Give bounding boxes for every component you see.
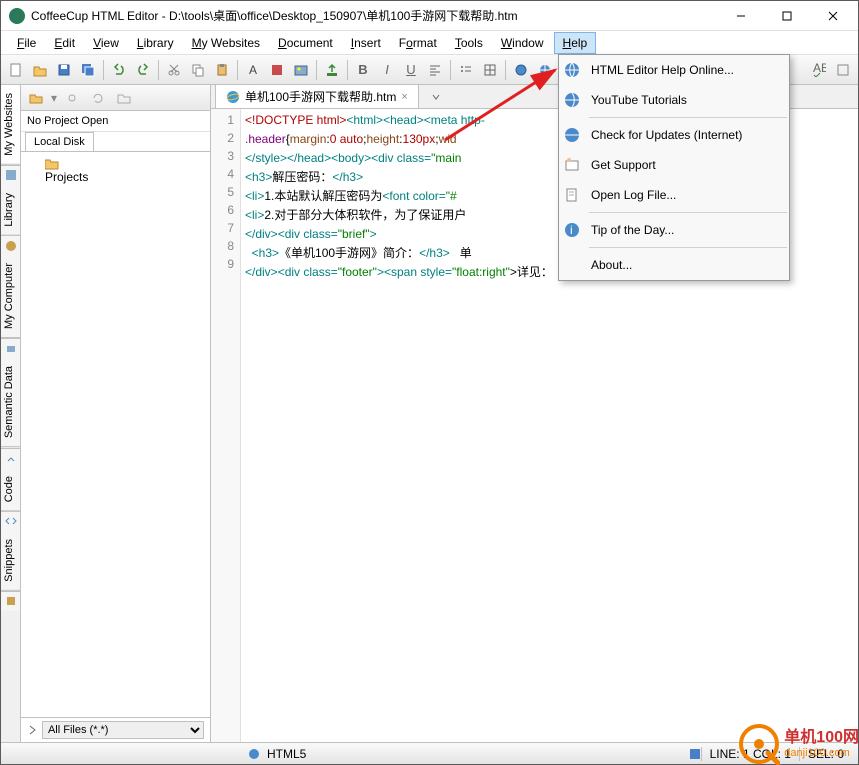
help-youtube-item[interactable]: YouTube Tutorials xyxy=(559,85,789,115)
status-bar: HTML5 LINE: 1 COL: 1 SEL: 0 xyxy=(1,742,858,764)
sidetab-snippets[interactable]: Snippets xyxy=(1,531,20,591)
document-tab-label: 单机100手游网下载帮助.htm xyxy=(245,88,396,105)
cut-button[interactable] xyxy=(163,59,185,81)
globe-icon xyxy=(561,59,583,81)
line-gutter: 123456789 xyxy=(211,109,241,742)
sidetab-icon-4[interactable] xyxy=(1,448,20,468)
globe-icon xyxy=(561,124,583,146)
sidetab-semantic[interactable]: Semantic Data xyxy=(1,358,20,447)
menu-window[interactable]: Window xyxy=(493,33,552,53)
help-support-item[interactable]: Get Support xyxy=(559,150,789,180)
open-file-button[interactable] xyxy=(29,59,51,81)
sp-tab-localdisk[interactable]: Local Disk xyxy=(25,132,94,151)
svg-text:A: A xyxy=(249,63,257,77)
redo-button[interactable] xyxy=(132,59,154,81)
info-icon: i xyxy=(561,219,583,241)
help-logfile-item[interactable]: Open Log File... xyxy=(559,180,789,210)
minimize-button[interactable] xyxy=(718,1,764,31)
font-button[interactable]: A xyxy=(242,59,264,81)
sp-folder-button[interactable] xyxy=(113,87,135,109)
sp-newfolder-button[interactable] xyxy=(25,87,47,109)
sidetab-icon-3[interactable] xyxy=(1,338,20,358)
globe-icon xyxy=(561,89,583,111)
sp-file-filter[interactable]: All Files (*.*) xyxy=(42,721,204,739)
tab-close-icon[interactable]: × xyxy=(401,91,407,103)
status-lang-icon xyxy=(247,747,261,761)
menu-view[interactable]: View xyxy=(85,33,127,53)
help-tip-item[interactable]: iTip of the Day... xyxy=(559,215,789,245)
status-lang: HTML5 xyxy=(261,747,312,761)
upload-button[interactable] xyxy=(321,59,343,81)
ie-icon xyxy=(226,90,240,104)
spellcheck-button[interactable]: ABC xyxy=(808,59,830,81)
sidetab-icon-2[interactable] xyxy=(1,235,20,255)
bold-button[interactable]: B xyxy=(352,59,374,81)
sp-tree-projects[interactable]: Projects xyxy=(25,156,206,186)
support-icon xyxy=(561,154,583,176)
sidetab-icon-1[interactable] xyxy=(1,165,20,185)
annotation-arrow xyxy=(435,60,575,150)
app-icon xyxy=(9,8,25,24)
new-file-button[interactable] xyxy=(5,59,27,81)
color-button[interactable] xyxy=(266,59,288,81)
sidetab-library[interactable]: Library xyxy=(1,185,20,236)
file-icon xyxy=(561,184,583,206)
help-about-item[interactable]: About... xyxy=(559,250,789,280)
side-tab-strip: My Websites Library My Computer Semantic… xyxy=(1,85,21,742)
help-online-item[interactable]: HTML Editor Help Online... xyxy=(559,55,789,85)
sidetab-mycomputer[interactable]: My Computer xyxy=(1,255,20,338)
sp-settings-button[interactable] xyxy=(61,87,83,109)
watermark-logo: 单机100网 danji100.com xyxy=(738,723,859,765)
menu-tools[interactable]: Tools xyxy=(447,33,491,53)
close-button[interactable] xyxy=(810,1,856,31)
svg-text:i: i xyxy=(570,223,573,237)
menu-library[interactable]: Library xyxy=(129,33,182,53)
menu-edit[interactable]: Edit xyxy=(46,33,83,53)
menu-help[interactable]: Help xyxy=(554,32,597,54)
status-disk-icon xyxy=(689,748,701,760)
sp-refresh-button[interactable] xyxy=(87,87,109,109)
undo-button[interactable] xyxy=(108,59,130,81)
menubar: File Edit View Library My Websites Docum… xyxy=(1,31,858,55)
sp-project-label: No Project Open xyxy=(21,111,210,132)
validate-button[interactable] xyxy=(832,59,854,81)
document-tab[interactable]: 单机100手游网下载帮助.htm × xyxy=(215,85,419,108)
menu-file[interactable]: File xyxy=(9,33,44,53)
italic-button[interactable]: I xyxy=(376,59,398,81)
copy-button[interactable] xyxy=(187,59,209,81)
menu-insert[interactable]: Insert xyxy=(343,33,389,53)
window-title: CoffeeCup HTML Editor - D:\tools\桌面\offi… xyxy=(31,7,718,24)
help-dropdown-menu: HTML Editor Help Online... YouTube Tutor… xyxy=(558,54,790,281)
menu-format[interactable]: Format xyxy=(391,33,445,53)
sidetab-icon-5[interactable] xyxy=(1,511,20,531)
save-button[interactable] xyxy=(53,59,75,81)
sidetab-code[interactable]: Code xyxy=(1,468,20,511)
menu-mywebsites[interactable]: My Websites xyxy=(184,33,268,53)
paste-button[interactable] xyxy=(211,59,233,81)
sidetab-icon-6[interactable] xyxy=(1,591,20,611)
sidetab-mywebsites[interactable]: My Websites xyxy=(1,85,20,165)
maximize-button[interactable] xyxy=(764,1,810,31)
underline-button[interactable]: U xyxy=(400,59,422,81)
chevron-right-icon xyxy=(27,724,38,736)
image-button[interactable] xyxy=(290,59,312,81)
side-panel: ▾ No Project Open Local Disk Projects Al… xyxy=(21,85,211,742)
help-updates-item[interactable]: Check for Updates (Internet) xyxy=(559,120,789,150)
sp-tree[interactable]: Projects xyxy=(21,151,210,717)
menu-document[interactable]: Document xyxy=(270,33,341,53)
save-all-button[interactable] xyxy=(77,59,99,81)
